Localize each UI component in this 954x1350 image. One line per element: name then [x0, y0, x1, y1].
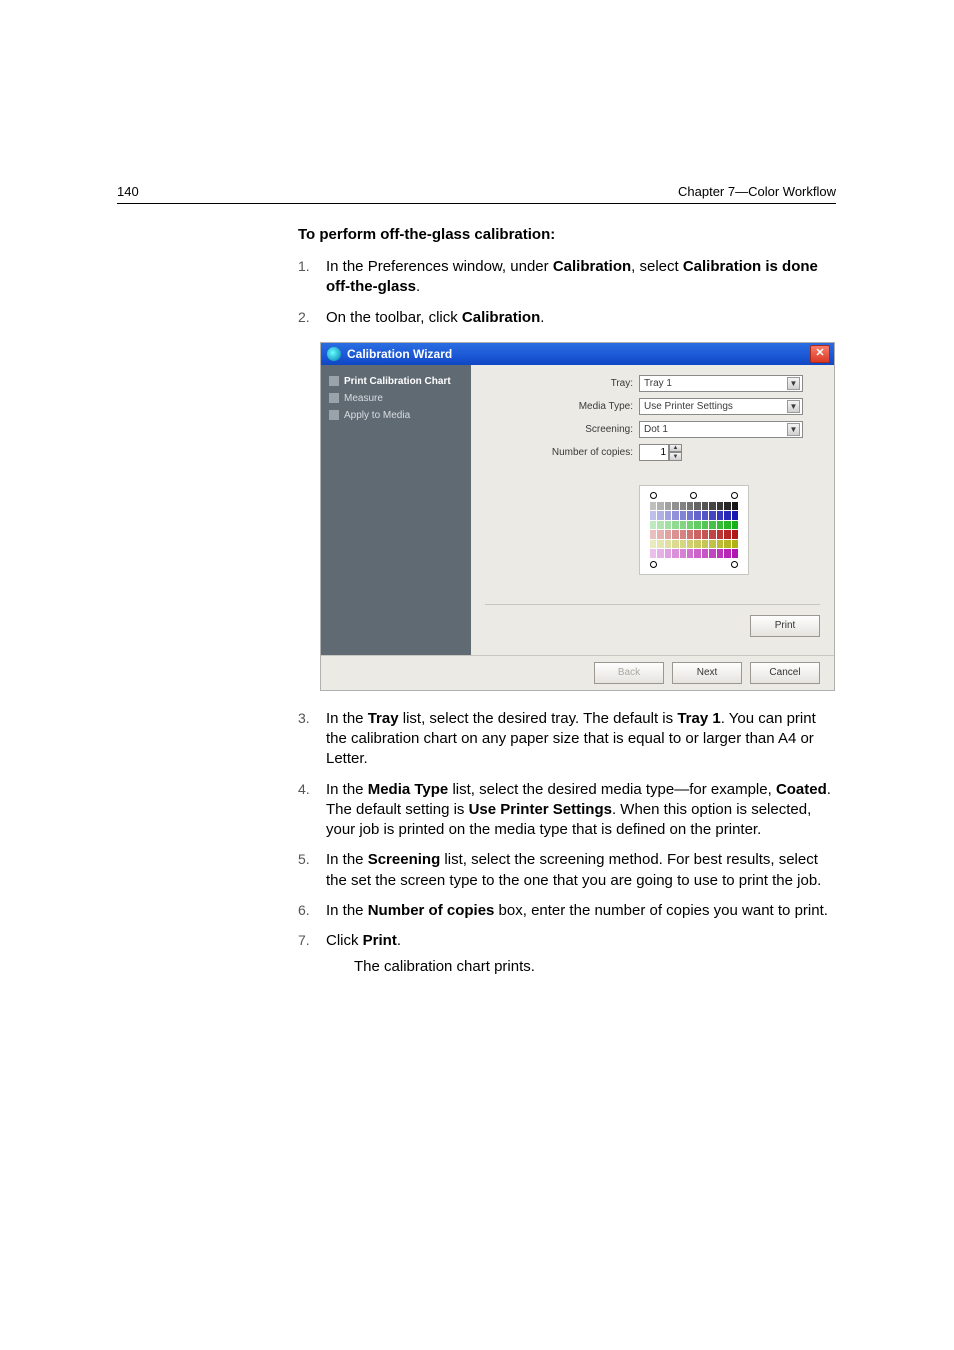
section-heading: To perform off-the-glass calibration: — [298, 226, 836, 243]
wizard-sidebar: Print Calibration Chart Measure Apply to… — [321, 365, 471, 655]
chevron-down-icon: ▼ — [787, 400, 800, 413]
step-up-icon[interactable]: ▲ — [669, 444, 682, 453]
app-icon — [327, 347, 341, 361]
sidebar-item-measure[interactable]: Measure — [327, 390, 465, 407]
back-button: Back — [594, 662, 664, 684]
media-type-label: Media Type: — [485, 401, 639, 412]
step-6: In the Number of copies box, enter the n… — [298, 901, 836, 921]
page-number: 140 — [117, 184, 139, 199]
close-icon: ✕ — [815, 348, 824, 359]
chevron-down-icon: ▼ — [787, 423, 800, 436]
step-5: In the Screening list, select the screen… — [298, 850, 836, 891]
step-indicator-icon — [329, 410, 339, 420]
step-7: Click Print. The calibration chart print… — [298, 931, 836, 978]
copies-input[interactable] — [639, 444, 669, 461]
calibration-wizard-screenshot: Calibration Wizard ✕ Print Calibration C… — [320, 342, 836, 691]
window-title: Calibration Wizard — [347, 347, 810, 361]
step-3: In the Tray list, select the desired tra… — [298, 709, 836, 770]
sidebar-item-print-chart[interactable]: Print Calibration Chart — [327, 373, 465, 390]
screening-value: Dot 1 — [644, 424, 668, 435]
color-patch-grid — [650, 502, 738, 558]
media-type-select[interactable]: Use Printer Settings ▼ — [639, 398, 803, 415]
tray-select[interactable]: Tray 1 ▼ — [639, 375, 803, 392]
registration-dot-icon — [731, 561, 738, 568]
step-down-icon[interactable]: ▼ — [669, 452, 682, 461]
print-button[interactable]: Print — [750, 615, 820, 637]
sidebar-item-label: Apply to Media — [344, 410, 410, 421]
tray-label: Tray: — [485, 378, 639, 389]
sidebar-item-label: Measure — [344, 393, 383, 404]
step-4: In the Media Type list, select the desir… — [298, 780, 836, 841]
wizard-main-panel: Tray: Tray 1 ▼ Media Type: Use Printer S… — [471, 365, 834, 655]
next-button[interactable]: Next — [672, 662, 742, 684]
tray-value: Tray 1 — [644, 378, 672, 389]
copies-stepper[interactable]: ▲ ▼ — [639, 444, 687, 461]
step-7-result: The calibration chart prints. — [354, 957, 836, 977]
step-2: On the toolbar, click Calibration. — [298, 308, 836, 328]
calibration-chart-preview — [639, 485, 749, 575]
cancel-button[interactable]: Cancel — [750, 662, 820, 684]
registration-dot-icon — [650, 492, 657, 499]
wizard-footer: Back Next Cancel — [321, 655, 834, 690]
chapter-title: Chapter 7—Color Workflow — [678, 184, 836, 199]
copies-label: Number of copies: — [485, 447, 639, 458]
registration-dot-icon — [731, 492, 738, 499]
step-1: In the Preferences window, under Calibra… — [298, 257, 836, 298]
screening-label: Screening: — [485, 424, 639, 435]
step-indicator-icon — [329, 376, 339, 386]
media-type-value: Use Printer Settings — [644, 401, 733, 412]
page-header: 140 Chapter 7—Color Workflow — [117, 184, 836, 204]
registration-dot-icon — [690, 492, 697, 499]
window-titlebar: Calibration Wizard ✕ — [321, 343, 834, 365]
registration-dot-icon — [650, 561, 657, 568]
sidebar-item-apply[interactable]: Apply to Media — [327, 407, 465, 424]
sidebar-item-label: Print Calibration Chart — [344, 376, 451, 387]
chevron-down-icon: ▼ — [787, 377, 800, 390]
close-button[interactable]: ✕ — [810, 345, 830, 363]
step-indicator-icon — [329, 393, 339, 403]
screening-select[interactable]: Dot 1 ▼ — [639, 421, 803, 438]
